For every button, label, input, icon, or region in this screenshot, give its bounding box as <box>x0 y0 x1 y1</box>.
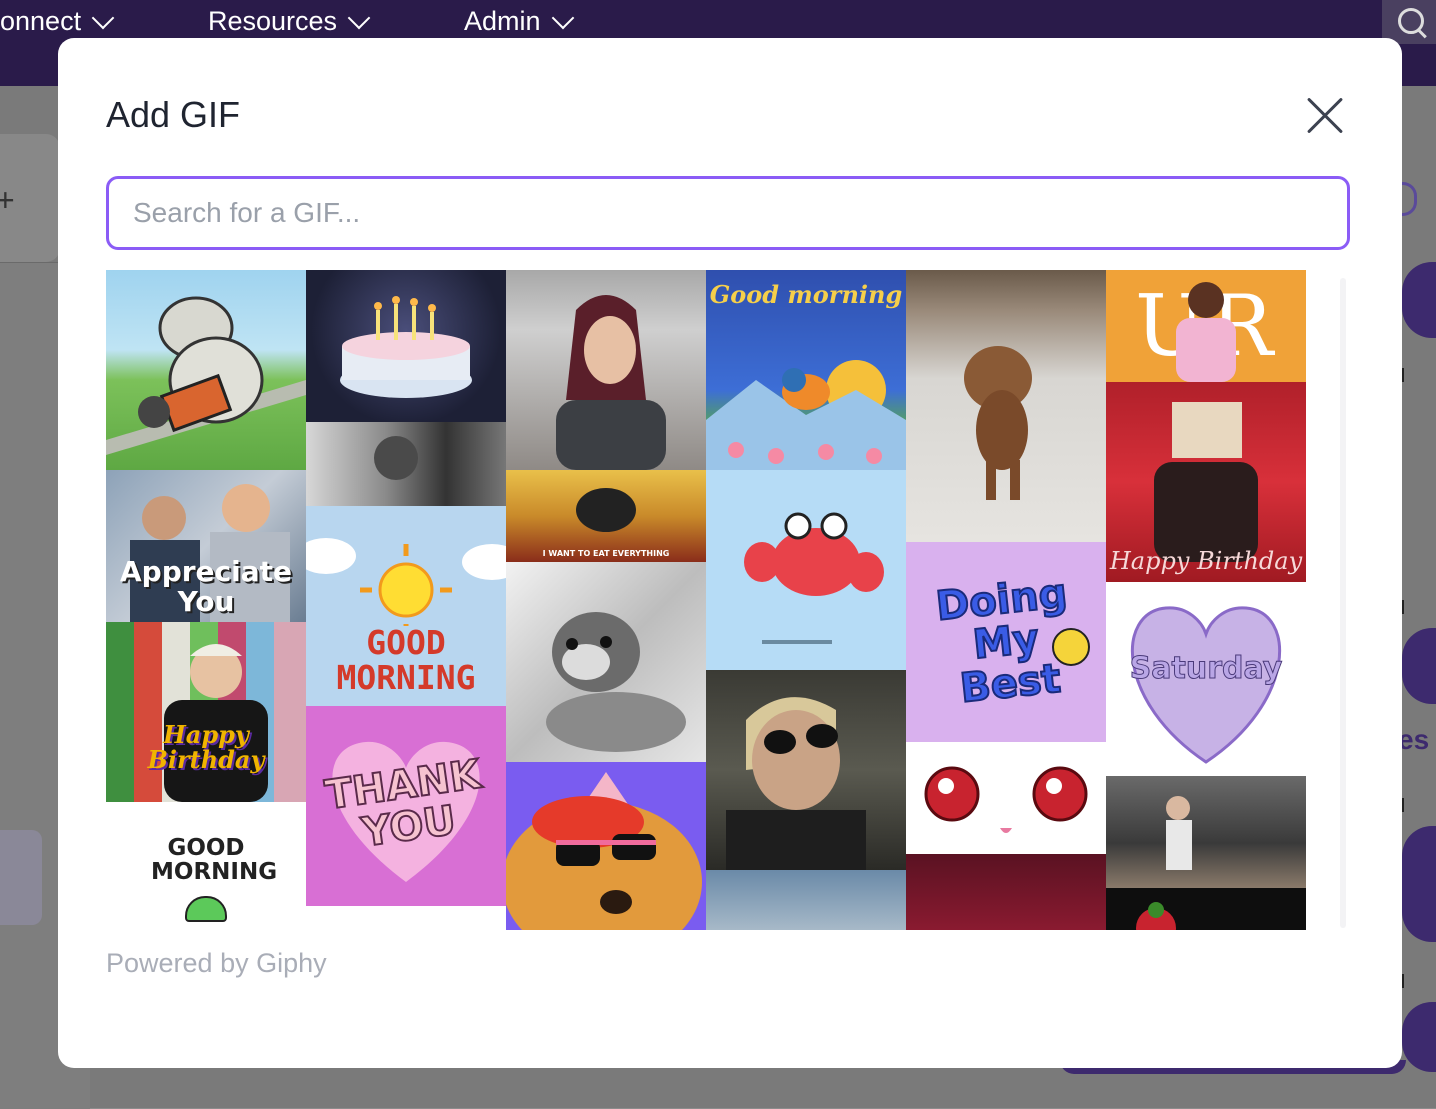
chevron-down-icon <box>91 6 115 29</box>
frog-icon <box>185 896 227 923</box>
gif-tile-happy-birthday-cake-head[interactable]: Happy Birthday <box>1106 382 1306 582</box>
gif-caption: Appreciate You <box>119 555 293 618</box>
gif-caption: Saturday <box>1129 651 1283 687</box>
cow-on-scooter-image <box>106 296 306 455</box>
gif-tile-dark-fruit[interactable] <box>1106 888 1306 930</box>
gif-tile-good-morning-bird[interactable]: Good morning <box>706 270 906 470</box>
gif-caption: GOOD MORNING <box>336 623 476 697</box>
nav-item-label: Resources <box>208 6 338 36</box>
chat-bubble <box>1402 826 1436 942</box>
gif-tile-man-kitchen[interactable] <box>1106 776 1306 888</box>
gif-tile-i-want-to-eat-everything[interactable]: I WANT TO EAT EVERYTHING <box>506 470 706 562</box>
gif-tile-birthday-cake[interactable] <box>306 270 506 422</box>
gif-tile-doing-my-best[interactable]: Doing My Best <box>906 542 1106 742</box>
nav-item-admin[interactable]: Admin <box>464 6 574 37</box>
gif-caption: Happy Birthday <box>1109 546 1303 575</box>
plus-icon: + <box>0 182 15 218</box>
background-text: es <box>1398 724 1430 755</box>
background-right-strip <box>1402 86 1436 1108</box>
modal-title: Add GIF <box>106 94 241 135</box>
nav-item-label: onnect <box>0 6 82 36</box>
grid-scrollbar[interactable] <box>1340 278 1346 928</box>
gif-caption: I WANT TO EAT EVERYTHING <box>542 548 670 558</box>
smiley-icon <box>1052 628 1090 666</box>
gif-tile-celebration-ur[interactable]: UR <box>1106 270 1306 382</box>
gif-tile-good-morning-frog[interactable]: GOOD MORNING <box>106 802 306 930</box>
gif-tile-puppy-bw[interactable] <box>506 562 706 762</box>
chevron-down-icon <box>347 6 371 29</box>
gif-tile-thank-you-heart[interactable]: THANK YOU <box>306 706 506 906</box>
gif-tile-poodle-walking[interactable] <box>906 270 1106 542</box>
gif-grid: Appreciate You Happy Birthday GOOD MORNI… <box>106 270 1306 930</box>
chevron-down-icon <box>551 6 574 29</box>
gif-search-input[interactable] <box>106 176 1350 250</box>
gif-tile-orange-sunglasses[interactable] <box>506 762 706 930</box>
gif-tile-dark-red-text[interactable] <box>906 854 1106 930</box>
close-button[interactable] <box>1305 96 1345 136</box>
background-box <box>0 830 42 925</box>
gif-tile-red-crab[interactable] <box>706 470 906 670</box>
gif-tile-man-in-office[interactable] <box>306 422 506 506</box>
gif-tile-blue-scenery[interactable] <box>706 870 906 930</box>
nav-item-label: Admin <box>464 6 541 36</box>
gif-caption: Good morning <box>709 280 903 309</box>
powered-by-giphy: Powered by Giphy <box>106 948 327 978</box>
gif-tile-good-morning-sun[interactable]: GOOD MORNING <box>306 506 506 706</box>
gif-tile-woman-smiling[interactable] <box>506 270 706 470</box>
sun-icon <box>306 538 506 627</box>
nav-item-connect[interactable]: onnect <box>0 6 115 37</box>
add-gif-modal: Add GIF Appreciate You <box>58 38 1402 1068</box>
gif-caption: Happy Birthday <box>147 719 265 774</box>
gif-tile-happy-birthday-lady[interactable]: Happy Birthday <box>106 622 306 802</box>
gif-caption: GOOD MORNING <box>151 835 278 886</box>
gif-tile-appreciate-you[interactable]: Appreciate You <box>106 470 306 622</box>
gif-tile-saturday-heart[interactable]: Saturday <box>1106 582 1306 776</box>
global-search-button[interactable] <box>1382 0 1436 44</box>
gif-tile-anime-eyes[interactable] <box>906 742 1106 854</box>
gif-tile-woman-sunglasses[interactable] <box>706 670 906 870</box>
nav-item-resources[interactable]: Resources <box>208 6 371 37</box>
gif-tile-cow-scooter[interactable] <box>106 270 306 470</box>
